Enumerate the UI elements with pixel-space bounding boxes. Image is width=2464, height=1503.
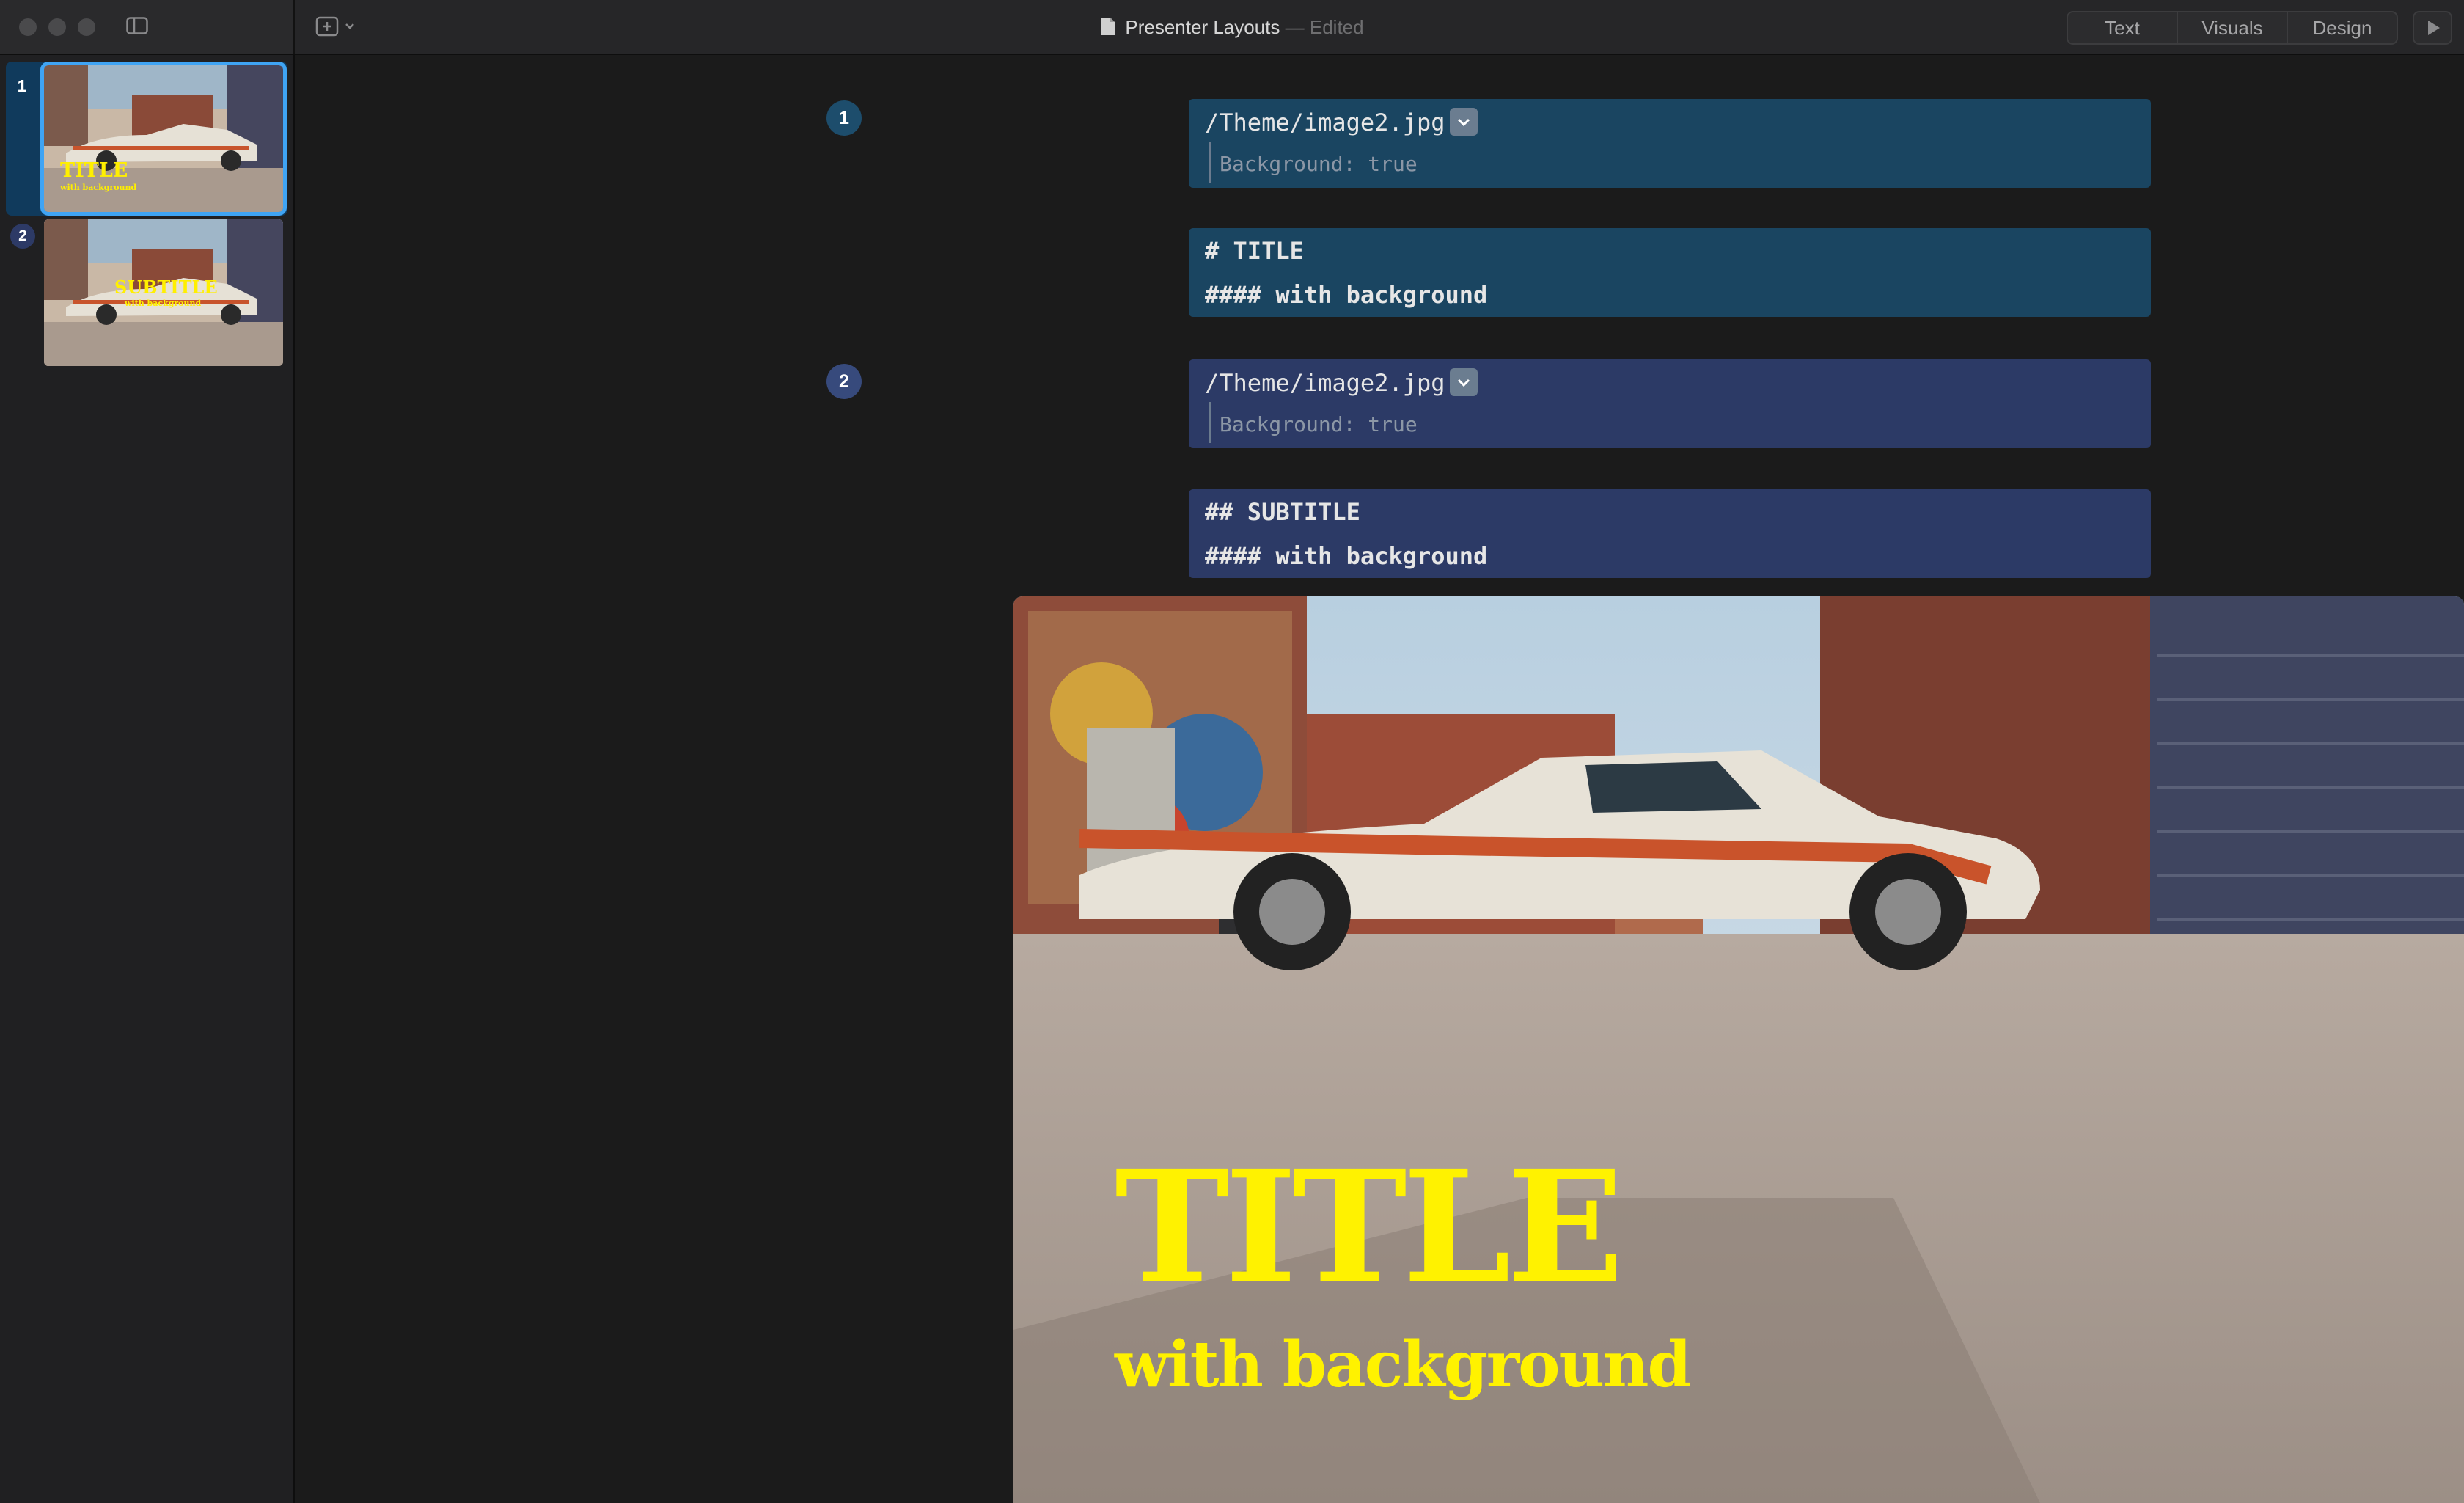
preview-subtitle: with background	[1115, 1328, 1692, 1402]
image-path-line: /Theme/image2.jpg	[1205, 108, 1478, 136]
slide-thumbnail-row-2[interactable]: 2 SUBTITLE with background	[6, 218, 287, 372]
image-path: /Theme/image2.jpg	[1205, 369, 1445, 397]
play-icon	[2428, 21, 2440, 35]
chevron-down-icon[interactable]	[1449, 108, 1478, 136]
slide-thumbnail[interactable]: SUBTITLE with background	[44, 219, 283, 366]
slide-thumbnail-row-1[interactable]: 1 TITLE with background	[6, 62, 287, 216]
app-window: Presenter Layouts — Edited Text Visuals …	[0, 0, 2464, 1503]
play-button[interactable]	[2413, 11, 2452, 45]
slide-number-badge: 2	[10, 224, 35, 249]
preview-title: TITLE	[1115, 1136, 1624, 1317]
text-block[interactable]: ## SUBTITLE #### with background	[1189, 489, 2151, 578]
slide-number: 1	[17, 76, 27, 95]
image-option: Background: true	[1220, 412, 1418, 436]
image-path: /Theme/image2.jpg	[1205, 109, 1445, 136]
slide-preview: TITLE with background	[1013, 596, 2464, 1503]
heading-line: # TITLE	[1205, 237, 1304, 265]
thumbnail-title: TITLE	[60, 159, 128, 182]
title-bar: Presenter Layouts — Edited Text Visuals …	[0, 0, 2464, 55]
slide-marker-2: 2	[826, 364, 862, 399]
title-separator: —	[1285, 16, 1305, 38]
text-block[interactable]: # TITLE #### with background	[1189, 228, 2151, 317]
image-option: Background: true	[1220, 152, 1418, 176]
slide-thumbnail[interactable]: TITLE with background	[40, 62, 287, 216]
document-title: Presenter Layouts	[1125, 16, 1280, 38]
thumbnail-subtitle: with background	[125, 299, 202, 308]
image-directive-block[interactable]: /Theme/image2.jpg Background: true	[1189, 99, 2151, 188]
mode-text-button[interactable]: Text	[2068, 12, 2178, 43]
subheading-line: #### with background	[1205, 281, 1488, 309]
mode-visuals-button[interactable]: Visuals	[2178, 12, 2288, 43]
edited-status: Edited	[1309, 16, 1364, 38]
mode-segmented-control: Text Visuals Design	[2067, 11, 2398, 45]
heading-line: ## SUBTITLE	[1205, 498, 1360, 526]
thumbnail-title: SUBTITLE	[114, 277, 218, 298]
slide-marker-1: 1	[826, 100, 862, 136]
mode-design-button[interactable]: Design	[2288, 12, 2397, 43]
option-indent-bar	[1209, 402, 1211, 443]
image-directive-block[interactable]: /Theme/image2.jpg Background: true	[1189, 359, 2151, 448]
chevron-down-icon[interactable]	[1449, 368, 1478, 396]
subheading-line: #### with background	[1205, 542, 1488, 570]
image-path-line: /Theme/image2.jpg	[1205, 368, 1478, 397]
thumbnail-subtitle: with background	[60, 183, 137, 192]
slide-navigator: 1 TITLE with background 2 SUBTITLE with …	[0, 55, 295, 1503]
document-icon	[1100, 16, 1116, 42]
option-indent-bar	[1209, 142, 1211, 183]
